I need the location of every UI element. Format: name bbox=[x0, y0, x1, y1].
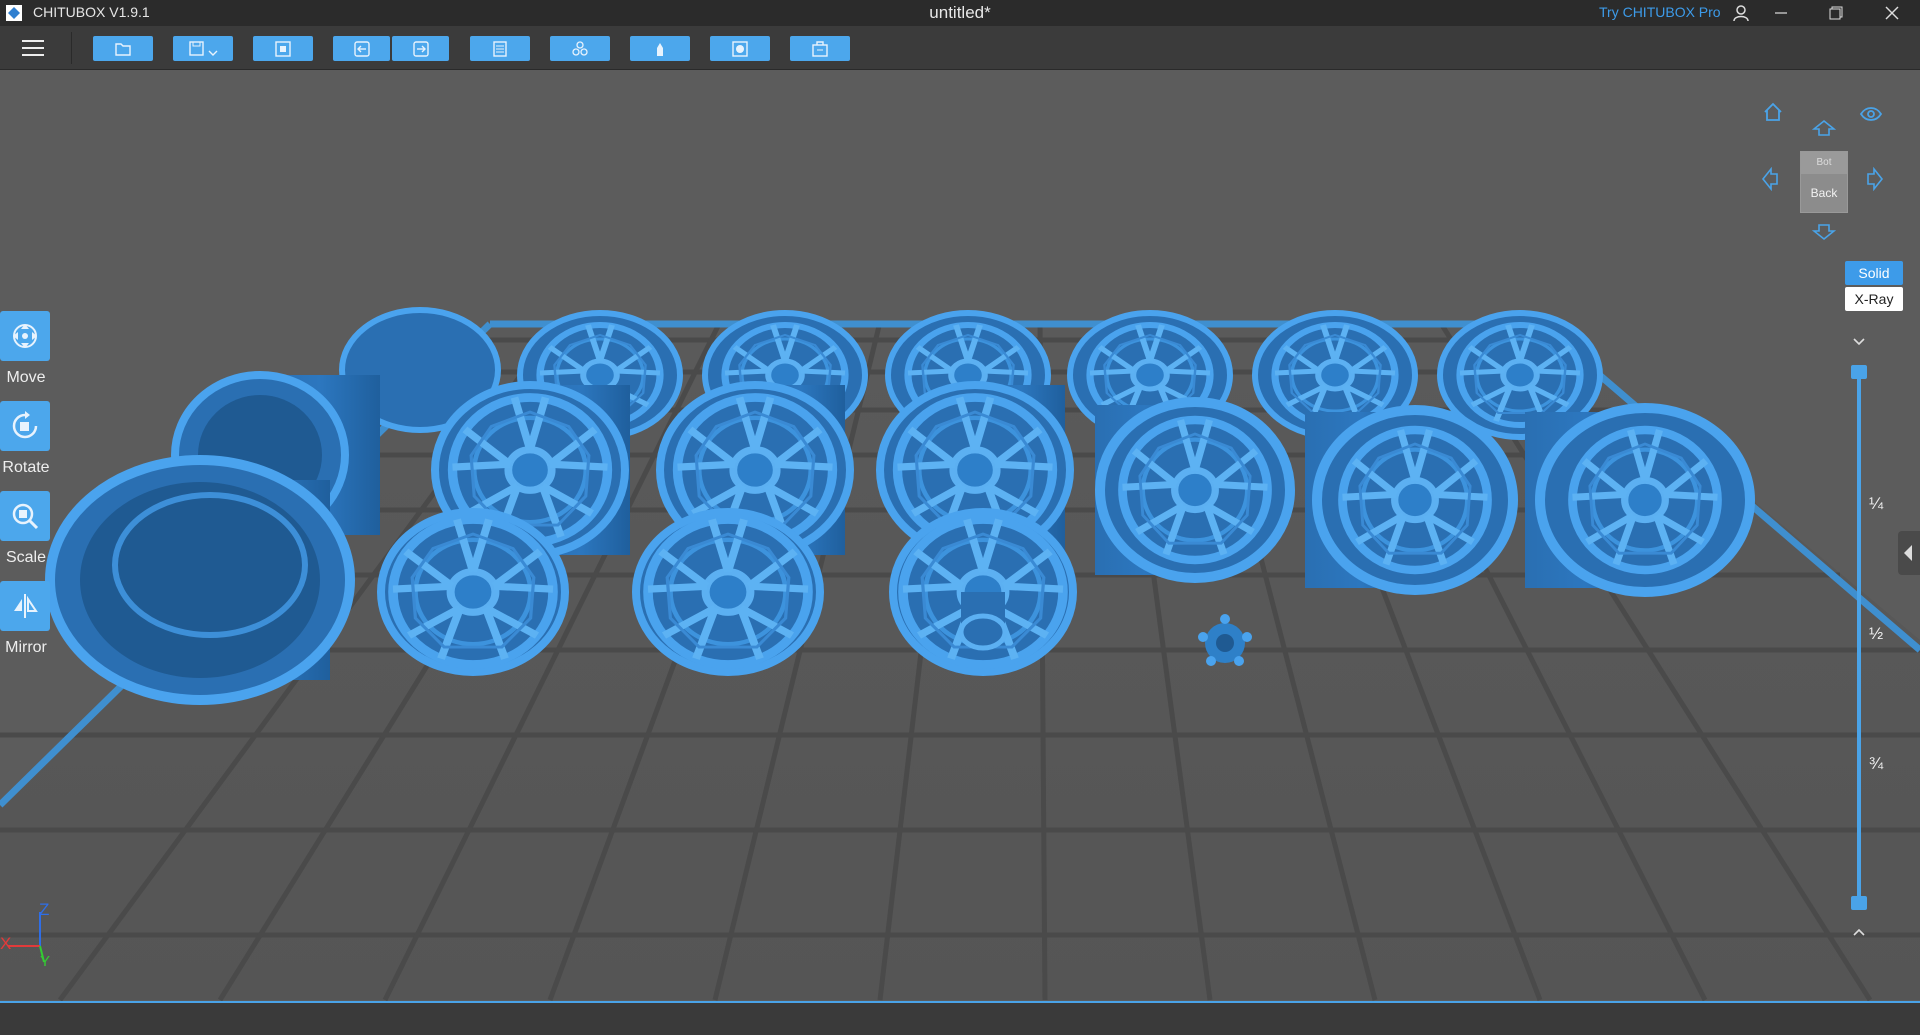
settings-icon bbox=[732, 40, 748, 57]
arrange-icon bbox=[572, 40, 588, 56]
user-icon[interactable] bbox=[1731, 3, 1751, 23]
home-view-icon[interactable] bbox=[1762, 101, 1784, 123]
redo-button[interactable] bbox=[392, 36, 449, 61]
mirror-tool-button[interactable] bbox=[0, 581, 50, 631]
axis-y-label: Y bbox=[40, 953, 51, 970]
scale-tool[interactable]: Scale bbox=[0, 491, 52, 567]
view-cube[interactable]: Bot Back bbox=[1800, 151, 1848, 213]
save-button[interactable] bbox=[173, 36, 233, 61]
slice-button[interactable] bbox=[790, 36, 850, 61]
try-pro-link[interactable]: Try CHITUBOX Pro bbox=[1599, 4, 1721, 20]
chevron-down-icon bbox=[208, 50, 218, 56]
move-tool-label: Move bbox=[6, 369, 46, 386]
rotate-tool-label: Rotate bbox=[2, 459, 50, 476]
chevron-down-icon[interactable] bbox=[1852, 337, 1866, 347]
move-tool-button[interactable] bbox=[0, 311, 50, 361]
view-cube-front-face[interactable]: Back bbox=[1801, 174, 1847, 212]
rotate-icon bbox=[12, 411, 38, 439]
status-bar bbox=[0, 1001, 1920, 1035]
rotate-tool-button[interactable] bbox=[0, 401, 50, 451]
solid-mode-button[interactable]: Solid bbox=[1845, 261, 1903, 285]
undo-button[interactable] bbox=[333, 36, 390, 61]
rotate-view-up-icon[interactable] bbox=[1812, 119, 1836, 137]
undo-icon bbox=[353, 40, 370, 57]
layer-slider-top-handle[interactable] bbox=[1851, 365, 1867, 379]
app-name: CHITUBOX V1.9.1 bbox=[33, 4, 150, 20]
mirror-tool-label: Mirror bbox=[5, 639, 47, 656]
rotate-view-left-icon[interactable] bbox=[1761, 167, 1779, 191]
move-icon bbox=[13, 324, 37, 348]
restore-icon bbox=[1829, 6, 1843, 20]
layout-button[interactable] bbox=[470, 36, 530, 61]
close-button[interactable] bbox=[1869, 0, 1915, 26]
mirror-icon bbox=[14, 594, 38, 618]
supports-button[interactable] bbox=[630, 36, 690, 61]
minimize-icon bbox=[1775, 12, 1787, 14]
slider-mark-half: ½ bbox=[1869, 624, 1884, 643]
side-panel-toggle[interactable] bbox=[1898, 531, 1920, 575]
move-tool[interactable]: Move bbox=[0, 311, 52, 387]
toolbar-separator bbox=[71, 32, 72, 64]
arrange-button[interactable] bbox=[550, 36, 610, 61]
redo-icon bbox=[412, 40, 429, 57]
close-icon bbox=[1885, 6, 1899, 20]
import-icon bbox=[275, 40, 291, 57]
rotate-tool[interactable]: Rotate bbox=[0, 401, 52, 477]
open-file-button[interactable] bbox=[93, 36, 153, 61]
title-bar: CHITUBOX V1.9.1 untitled* Try CHITUBOX P… bbox=[0, 0, 1920, 26]
axis-x-label: X bbox=[0, 934, 12, 953]
folder-icon bbox=[115, 42, 131, 56]
layer-slider-bottom-handle[interactable] bbox=[1851, 896, 1867, 910]
main-toolbar bbox=[0, 26, 1920, 70]
supports-icon bbox=[657, 42, 663, 56]
slice-settings-button[interactable] bbox=[710, 36, 770, 61]
scale-tool-button[interactable] bbox=[0, 491, 50, 541]
mirror-tool[interactable]: Mirror bbox=[0, 581, 52, 657]
layer-slider-track[interactable] bbox=[1857, 365, 1861, 901]
view-cube-top-face[interactable]: Bot bbox=[1801, 152, 1847, 174]
rotate-view-right-icon[interactable] bbox=[1866, 167, 1884, 191]
eye-icon[interactable] bbox=[1860, 105, 1882, 123]
xray-mode-button[interactable]: X-Ray bbox=[1845, 287, 1903, 311]
save-icon bbox=[189, 40, 204, 56]
build-plate-scene[interactable] bbox=[0, 71, 1920, 1001]
scale-tool-label: Scale bbox=[5, 549, 47, 566]
slider-mark-three-quarter: ¾ bbox=[1869, 754, 1884, 773]
layout-icon bbox=[493, 40, 507, 57]
slice-icon bbox=[812, 40, 828, 57]
axis-z-label: Z bbox=[39, 900, 50, 919]
chitubox-logo-icon bbox=[6, 5, 22, 21]
rotate-view-down-icon[interactable] bbox=[1812, 223, 1836, 241]
chevron-up-icon[interactable] bbox=[1852, 927, 1866, 937]
restore-button[interactable] bbox=[1813, 0, 1859, 26]
slider-mark-quarter: ¼ bbox=[1869, 494, 1884, 513]
minimize-button[interactable] bbox=[1758, 0, 1804, 26]
hamburger-menu-icon[interactable] bbox=[20, 36, 46, 60]
chevron-left-icon bbox=[1904, 545, 1912, 561]
scale-icon bbox=[12, 503, 39, 530]
import-button[interactable] bbox=[253, 36, 313, 61]
3d-viewport[interactable]: Z X Y Move Rotate Scale Mirror Bot Back … bbox=[0, 71, 1920, 1001]
